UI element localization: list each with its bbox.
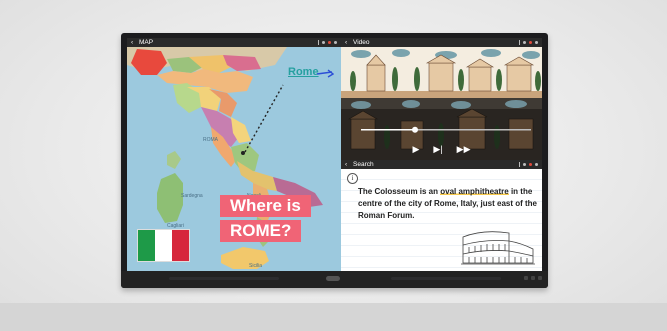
cagliari-map-label: Cagliari	[167, 223, 184, 229]
search-window-controls[interactable]	[519, 160, 538, 169]
speaker-grille-right	[391, 277, 501, 280]
flag-white	[155, 230, 172, 261]
minimize-icon[interactable]	[523, 41, 526, 44]
video-pane-titlebar[interactable]: ‹ Video	[341, 38, 542, 47]
map-pane-title: MAP	[139, 39, 154, 46]
video-pane-title: Video	[353, 39, 370, 46]
rome-map-label: ROMA	[203, 137, 219, 143]
minimize-icon[interactable]	[523, 163, 526, 166]
brand-logo-icon	[326, 276, 340, 281]
video-window-controls[interactable]	[519, 38, 538, 47]
skip-icon[interactable]: ▶|	[433, 144, 442, 154]
progress-fill	[361, 129, 415, 131]
callout-line-2: ROME?	[220, 220, 302, 242]
floor	[0, 303, 667, 331]
map-window-controls[interactable]	[318, 38, 337, 47]
highlighted-term: oval amphitheatre	[440, 187, 509, 196]
front-ports	[524, 276, 542, 280]
close-icon[interactable]	[328, 41, 331, 44]
pin-icon[interactable]	[318, 40, 319, 45]
italy-flag	[138, 230, 189, 261]
pen-scribble-icon	[316, 69, 334, 78]
settings-icon[interactable]	[535, 163, 538, 166]
sardegna-map-label: Sardegna	[181, 193, 203, 199]
close-icon[interactable]	[529, 41, 532, 44]
video-pane[interactable]: ‹ Video ▶ ▶| ▶▶	[341, 38, 542, 160]
colosseum-sketch	[461, 231, 535, 265]
pin-icon[interactable]	[519, 40, 520, 45]
speaker-grille-left	[169, 277, 279, 280]
callout-line-1: Where is	[220, 195, 311, 217]
back-arrow-icon[interactable]: ‹	[345, 38, 353, 47]
search-pane-titlebar[interactable]: ‹ Search	[341, 160, 542, 169]
back-arrow-icon[interactable]: ‹	[131, 38, 139, 47]
display-screen: ‹ MAP ROMA Sardegna Cagliari Sicilia Rom…	[127, 38, 542, 271]
search-pane[interactable]: ‹ Search i The Colosseum is an oval amphi…	[341, 160, 542, 271]
info-icon[interactable]: i	[347, 173, 358, 184]
where-is-rome-callout: Where is ROME?	[220, 195, 321, 243]
port-icon	[524, 276, 528, 280]
display-bottom-bezel	[121, 271, 548, 288]
map-pane-titlebar[interactable]: ‹ MAP	[127, 38, 341, 47]
progress-handle[interactable]	[412, 126, 418, 133]
video-player[interactable]: ▶ ▶| ▶▶	[341, 47, 542, 160]
sicilia-map-label: Sicilia	[249, 263, 262, 269]
search-result[interactable]: i The Colosseum is an oval amphitheatre …	[341, 169, 542, 271]
search-pane-title: Search	[353, 161, 374, 168]
pin-icon[interactable]	[519, 162, 520, 167]
article-text: The Colosseum is an oval amphitheatre in…	[358, 187, 537, 220]
flag-red	[172, 230, 189, 261]
port-icon	[538, 276, 542, 280]
play-icon[interactable]: ▶	[412, 144, 419, 154]
minimize-icon[interactable]	[322, 41, 325, 44]
fast-forward-icon[interactable]: ▶▶	[457, 144, 471, 154]
settings-icon[interactable]	[334, 41, 337, 44]
rome-annotation: Rome	[288, 66, 334, 78]
map-pane[interactable]: ‹ MAP ROMA Sardegna Cagliari Sicilia Rom…	[127, 38, 341, 271]
playback-controls: ▶ ▶| ▶▶	[341, 142, 542, 156]
settings-icon[interactable]	[535, 41, 538, 44]
flag-green	[138, 230, 155, 261]
port-icon	[531, 276, 535, 280]
back-arrow-icon[interactable]: ‹	[345, 160, 353, 169]
close-icon[interactable]	[529, 163, 532, 166]
